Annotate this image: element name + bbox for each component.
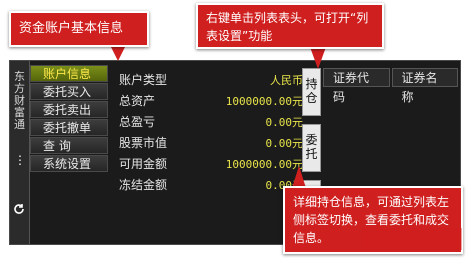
watermark-logo <box>362 228 462 250</box>
menu-item-account-info[interactable]: 账户信息 <box>30 65 108 82</box>
info-row-total-pnl: 总盈亏 0.00元 <box>119 112 303 133</box>
tab-positions[interactable]: 持仓 <box>302 68 321 116</box>
info-row-available: 可用金额 1000000.00元 <box>119 154 303 175</box>
menu-item-query[interactable]: 查 询 <box>30 137 108 154</box>
info-label: 冻结金额 <box>119 178 168 192</box>
function-menu: 账户信息 委托买入 委托卖出 委托撤单 查 询 系统设置 <box>30 65 108 173</box>
vertical-app-tab[interactable]: 东方财富通 ⋮ <box>10 61 30 244</box>
callout-header-tip: 右键单击列表表头，可打开“列表设置”功能 <box>196 3 384 49</box>
info-value: 1000000.00元 <box>225 95 303 108</box>
callout-pointer <box>310 47 326 69</box>
positions-grid-header: 证券代码 证券名称 <box>323 68 460 104</box>
info-label: 可用金额 <box>119 157 168 171</box>
account-info-panel: 账户类型 人民币 总资产 1000000.00元 总盈亏 0.00元 股票市值 … <box>119 70 303 196</box>
tab-orders[interactable]: 委托 <box>302 124 321 172</box>
info-label: 账户类型 <box>119 73 168 87</box>
callout-pointer <box>292 166 306 188</box>
info-value: 0.00元 <box>265 116 304 129</box>
app-name: 东方财富通 <box>14 70 25 131</box>
menu-item-cancel-order[interactable]: 委托撤单 <box>30 119 108 136</box>
info-value: 人民币 <box>270 74 303 87</box>
column-header-code[interactable]: 证券代码 <box>323 68 390 104</box>
callout-account-info: 资金账户基本信息 <box>9 11 149 47</box>
more-icon[interactable]: ⋮ <box>14 154 26 166</box>
info-label: 总盈亏 <box>119 115 156 129</box>
info-row-frozen: 冻结金额 0.00元 <box>119 175 303 196</box>
info-label: 股票市值 <box>119 136 168 150</box>
info-label: 总资产 <box>119 94 156 108</box>
refresh-icon[interactable] <box>13 203 25 215</box>
info-row-account-type: 账户类型 人民币 <box>119 70 303 91</box>
menu-item-sell[interactable]: 委托卖出 <box>30 101 108 118</box>
menu-item-buy[interactable]: 委托买入 <box>30 83 108 100</box>
info-row-total-assets: 总资产 1000000.00元 <box>119 91 303 112</box>
column-header-name[interactable]: 证券名称 <box>391 68 458 104</box>
callout-pointer <box>110 45 126 61</box>
info-value: 0.00元 <box>265 137 304 150</box>
info-row-market-value: 股票市值 0.00元 <box>119 133 303 154</box>
menu-item-settings[interactable]: 系统设置 <box>30 155 108 172</box>
